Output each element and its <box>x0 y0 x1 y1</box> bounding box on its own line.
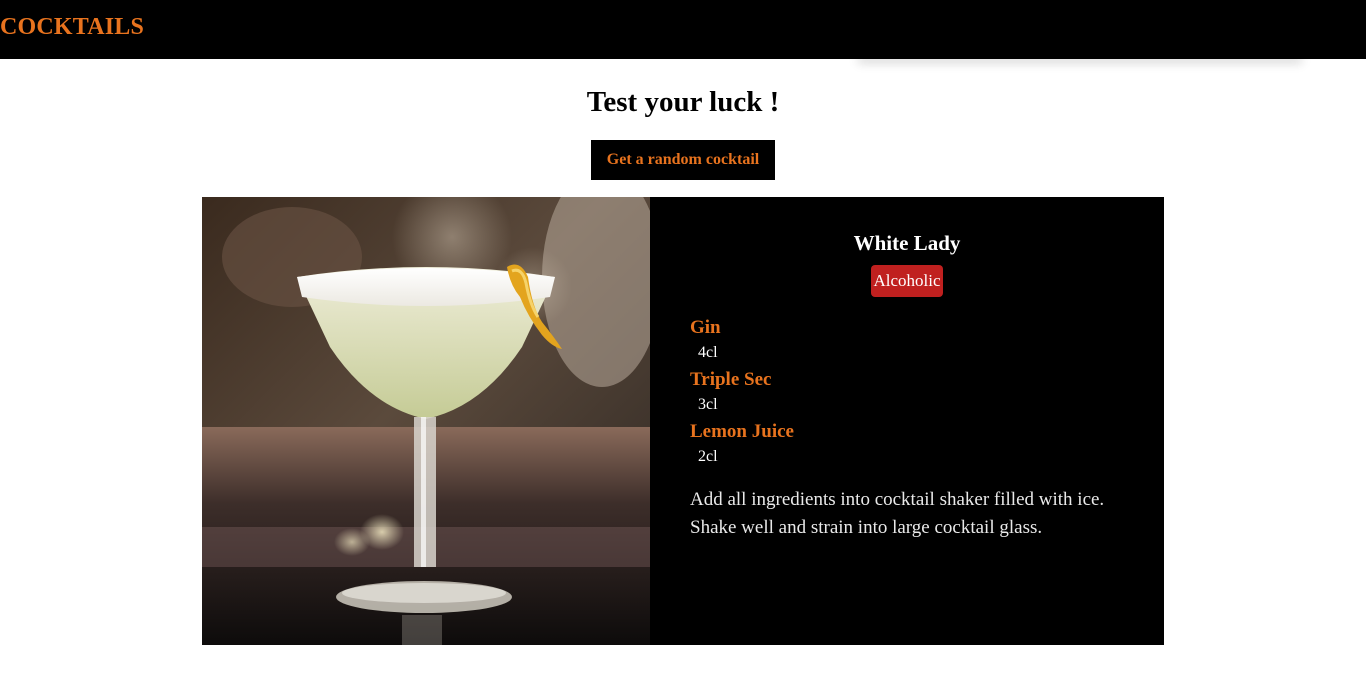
cocktail-card: White Lady Alcoholic Gin 4cl Triple Sec … <box>202 197 1164 645</box>
ingredient-item: Lemon Juice 2cl <box>690 420 794 472</box>
page-title: Test your luck ! <box>586 86 780 118</box>
navbar: COCKTAILS <box>0 0 1366 59</box>
ingredient-name: Lemon Juice <box>690 421 794 442</box>
ingredient-measure: 2cl <box>698 448 718 465</box>
random-cocktail-button[interactable]: Get a random cocktail <box>591 140 775 180</box>
ingredient-name: Triple Sec <box>690 369 772 390</box>
instructions-text: Add all ingredients into cocktail shaker… <box>690 489 1105 538</box>
ingredient-name: Gin <box>690 317 721 338</box>
ingredient-measure: 3cl <box>698 396 718 413</box>
brand-logo-link[interactable]: COCKTAILS <box>0 14 144 41</box>
cocktail-details: White Lady Alcoholic Gin 4cl Triple Sec … <box>650 197 1164 645</box>
cocktail-name: White Lady <box>853 231 961 255</box>
category-badge: Alcoholic <box>871 265 943 297</box>
ingredient-item: Gin 4cl <box>690 316 794 368</box>
ingredient-list: Gin 4cl Triple Sec 3cl Lemon Juice 2cl <box>690 316 794 472</box>
ingredient-measure: 4cl <box>698 344 718 361</box>
navbar-shadow <box>858 52 1302 59</box>
cocktail-photo <box>202 197 650 645</box>
ingredient-item: Triple Sec 3cl <box>690 368 794 420</box>
